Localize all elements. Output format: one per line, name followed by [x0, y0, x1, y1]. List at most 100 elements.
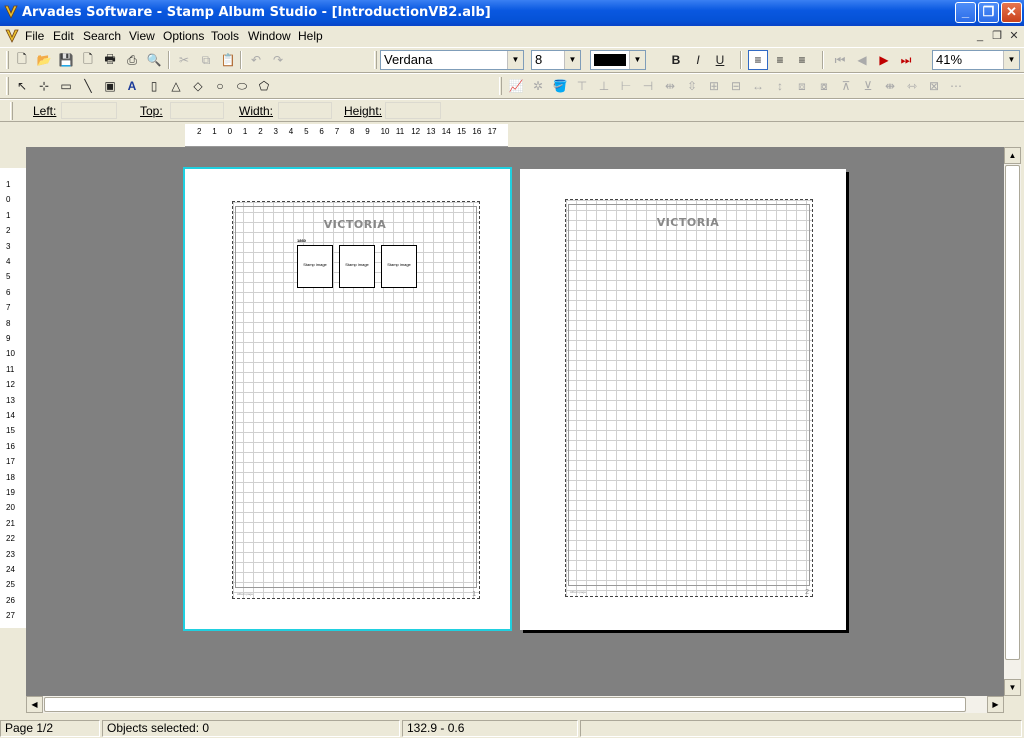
undo-tools: ↶ ↷ [246, 50, 288, 70]
stamp-frame[interactable]: Stamp image [297, 245, 333, 288]
maximize-button[interactable]: ❐ [978, 2, 999, 23]
left-field[interactable] [61, 102, 117, 119]
height-field[interactable] [385, 102, 441, 119]
width-field[interactable] [278, 102, 332, 119]
space-h-icon[interactable]: ⇹ [660, 76, 680, 96]
edit-tools: ✂ ⧉ 📋 [174, 50, 238, 70]
center-v-icon[interactable]: ⊟ [726, 76, 746, 96]
last-page-icon[interactable]: ⏭ [896, 50, 916, 70]
diamond-icon[interactable]: ◇ [188, 76, 208, 96]
color-select[interactable]: ▼ [590, 50, 646, 70]
preview-icon[interactable]: 🔍 [144, 50, 164, 70]
distribute-v-icon[interactable]: ⇿ [902, 76, 922, 96]
scroll-thumb[interactable] [1005, 165, 1020, 660]
size-select[interactable]: 8 ▼ [531, 50, 581, 70]
stamp-frame[interactable]: Stamp image [339, 245, 375, 288]
ruler-tick: 6 [6, 287, 11, 297]
mdi-restore-button[interactable]: ❐ [989, 28, 1005, 44]
chart-tool-icon[interactable]: 📈 [506, 76, 526, 96]
ellipse-icon[interactable]: ⬭ [232, 76, 252, 96]
menu-window[interactable]: Window [245, 28, 294, 44]
size-value: 8 [535, 52, 543, 67]
space-v-icon[interactable]: ⇳ [682, 76, 702, 96]
align-center-icon[interactable]: ≡ [770, 50, 790, 70]
print-icon[interactable]: 🖶 [100, 50, 120, 70]
copy-icon[interactable]: ⧉ [196, 50, 216, 70]
circle-icon[interactable]: ○ [210, 76, 230, 96]
scroll-down-icon[interactable]: ▼ [1004, 679, 1021, 696]
scroll-right-icon[interactable]: ▶ [987, 696, 1004, 713]
stamp-frame[interactable]: Stamp image [381, 245, 417, 288]
redo-icon[interactable]: ↷ [268, 50, 288, 70]
bring-front-icon[interactable]: ⊼ [836, 76, 856, 96]
menu-help[interactable]: Help [295, 28, 326, 44]
menu-search[interactable]: Search [80, 28, 124, 44]
center-h-icon[interactable]: ⊞ [704, 76, 724, 96]
text-icon[interactable]: A [122, 76, 142, 96]
album-page-2[interactable]: VICTORIA Album page 2 [520, 169, 846, 630]
align-bottom-icon[interactable]: ⊥ [594, 76, 614, 96]
align-top-icon[interactable]: ⊤ [572, 76, 592, 96]
next-page-icon[interactable]: ▶ [874, 50, 894, 70]
italic-icon[interactable]: I [688, 50, 708, 70]
cut-icon[interactable]: ✂ [174, 50, 194, 70]
save-icon[interactable]: 💾 [56, 50, 76, 70]
chevron-down-icon[interactable]: ▼ [629, 51, 645, 69]
rectangle-icon[interactable]: ▭ [56, 76, 76, 96]
chevron-down-icon[interactable]: ▼ [1003, 51, 1019, 69]
workspace[interactable] [26, 147, 1004, 696]
fill-icon[interactable]: 🪣 [550, 76, 570, 96]
underline-icon[interactable]: U [710, 50, 730, 70]
open-icon[interactable]: 📂 [34, 50, 54, 70]
menu-tools[interactable]: Tools [208, 28, 242, 44]
pointer-icon[interactable]: ↖ [12, 76, 32, 96]
paste-icon[interactable]: 📋 [218, 50, 238, 70]
polygon-icon[interactable]: ⬠ [254, 76, 274, 96]
new-page-icon[interactable]: 🗋 [78, 50, 98, 70]
same-width-icon[interactable]: ↔ [748, 76, 768, 96]
close-button[interactable]: ✕ [1001, 2, 1022, 23]
scroll-up-icon[interactable]: ▲ [1004, 147, 1021, 164]
lock-icon[interactable]: ⊠ [924, 76, 944, 96]
group-icon[interactable]: ⧈ [792, 76, 812, 96]
scroll-thumb[interactable] [44, 697, 966, 712]
send-back-icon[interactable]: ⊻ [858, 76, 878, 96]
align-right-icon[interactable]: ≡ [792, 50, 812, 70]
album-page-1[interactable]: VICTORIA 1860 Stamp image Stamp image St… [183, 167, 512, 631]
minimize-button[interactable]: _ [955, 2, 976, 23]
image-icon[interactable]: ▣ [100, 76, 120, 96]
chevron-down-icon[interactable]: ▼ [507, 51, 523, 69]
undo-icon[interactable]: ↶ [246, 50, 266, 70]
stamp-frame-icon[interactable]: ▯ [144, 76, 164, 96]
top-field[interactable] [170, 102, 224, 119]
ungroup-icon[interactable]: ⧇ [814, 76, 834, 96]
mdi-close-button[interactable]: ✕ [1006, 28, 1022, 44]
menu-view[interactable]: View [126, 28, 158, 44]
new-icon[interactable]: 🗋 [12, 50, 32, 70]
align-objects-icon[interactable]: ⊣ [638, 76, 658, 96]
prev-page-icon[interactable]: ◀ [852, 50, 872, 70]
toolbar-grip [374, 51, 377, 69]
zoom-select[interactable]: 41% ▼ [932, 50, 1020, 70]
bold-icon[interactable]: B [666, 50, 686, 70]
first-page-icon[interactable]: ⏮ [830, 50, 850, 70]
distribute-h-icon[interactable]: ⇼ [880, 76, 900, 96]
multi-select-icon[interactable]: ⊹ [34, 76, 54, 96]
menu-edit[interactable]: Edit [50, 28, 77, 44]
align-left-icon[interactable]: ≡ [748, 50, 768, 70]
print-setup-icon[interactable]: ⎙ [122, 50, 142, 70]
properties-icon[interactable]: ⋯ [946, 76, 966, 96]
menu-options[interactable]: Options [160, 28, 207, 44]
font-select[interactable]: Verdana ▼ [380, 50, 524, 70]
scroll-left-icon[interactable]: ◀ [26, 696, 43, 713]
horizontal-scrollbar[interactable]: ◀ ▶ [26, 696, 1004, 713]
triangle-icon[interactable]: △ [166, 76, 186, 96]
mdi-minimize-button[interactable]: _ [972, 28, 988, 44]
chevron-down-icon[interactable]: ▼ [564, 51, 580, 69]
menu-file[interactable]: File [22, 28, 47, 44]
vertical-scrollbar[interactable]: ▲ ▼ [1004, 147, 1021, 696]
line-icon[interactable]: ╲ [78, 76, 98, 96]
same-height-icon[interactable]: ↕ [770, 76, 790, 96]
align-middle-icon[interactable]: ⊢ [616, 76, 636, 96]
wizard-icon[interactable]: ✲ [528, 76, 548, 96]
